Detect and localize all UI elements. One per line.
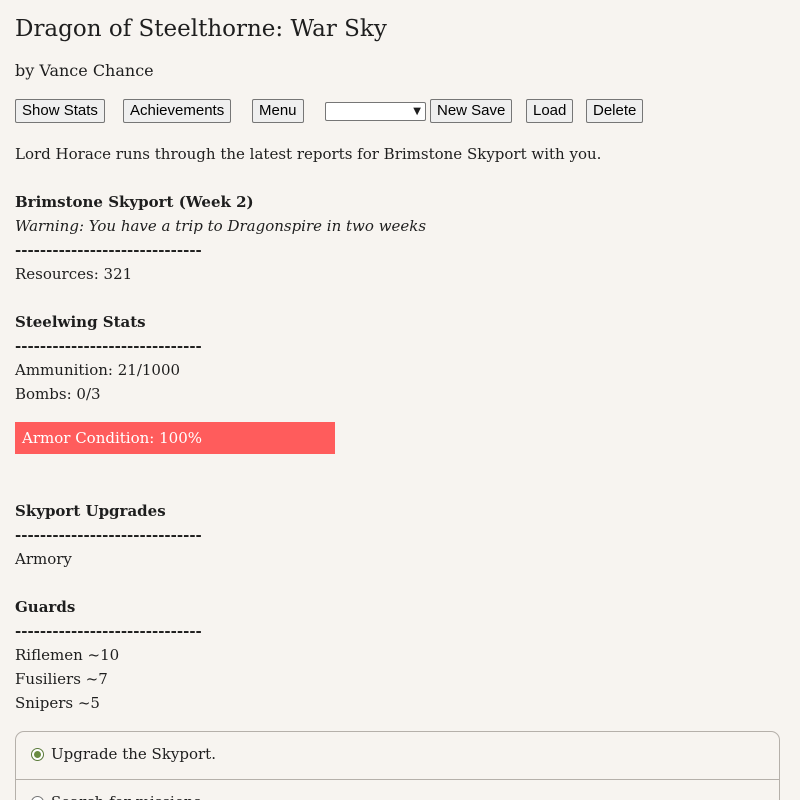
author-byline: by Vance Chance: [15, 61, 154, 80]
guard-item-riflemen: Riflemen ~10: [15, 646, 120, 664]
save-slot-select[interactable]: ▼: [325, 102, 426, 121]
armor-condition-bar: Armor Condition: 100%: [15, 422, 335, 454]
ammunition-value: Ammunition: 21/1000: [15, 361, 181, 379]
skyport-warning: Warning: You have a trip to Dragonspire …: [15, 217, 427, 235]
skyport-heading: Brimstone Skyport (Week 2): [15, 193, 254, 211]
radio-button[interactable]: [31, 748, 44, 761]
divider: ------------------------------: [15, 622, 202, 640]
bombs-value: Bombs: 0/3: [15, 385, 101, 403]
guard-item-snipers: Snipers ~5: [15, 694, 100, 712]
armor-condition-label: Armor Condition: 100%: [22, 429, 202, 447]
choice-upgrade-skyport[interactable]: Upgrade the Skyport.: [16, 732, 779, 780]
choice-search-missions[interactable]: Search for missions.: [16, 780, 779, 800]
choice-label: Search for missions.: [51, 792, 206, 800]
radio-button[interactable]: [31, 796, 44, 800]
choice-list: Upgrade the Skyport. Search for missions…: [15, 731, 780, 800]
steelwing-heading: Steelwing Stats: [15, 313, 146, 331]
resources-value: Resources: 321: [15, 265, 133, 283]
toolbar: Show Stats Achievements Menu ▼ New Save …: [15, 99, 655, 123]
chevron-down-icon: ▼: [413, 106, 421, 117]
divider: ------------------------------: [15, 337, 202, 355]
new-save-button[interactable]: New Save: [430, 99, 513, 123]
divider: ------------------------------: [15, 526, 202, 544]
load-button[interactable]: Load: [526, 99, 574, 123]
guards-heading: Guards: [15, 598, 76, 616]
game-title: Dragon of Steelthorne: War Sky: [15, 16, 387, 42]
guard-item-fusiliers: Fusiliers ~7: [15, 670, 108, 688]
show-stats-button[interactable]: Show Stats: [15, 99, 105, 123]
upgrade-item: Armory: [15, 550, 72, 568]
intro-text: Lord Horace runs through the latest repo…: [15, 145, 602, 163]
divider: ------------------------------: [15, 241, 202, 259]
achievements-button[interactable]: Achievements: [123, 99, 232, 123]
menu-button[interactable]: Menu: [252, 99, 304, 123]
delete-button[interactable]: Delete: [586, 99, 644, 123]
upgrades-heading: Skyport Upgrades: [15, 502, 166, 520]
choice-label: Upgrade the Skyport.: [51, 745, 216, 763]
